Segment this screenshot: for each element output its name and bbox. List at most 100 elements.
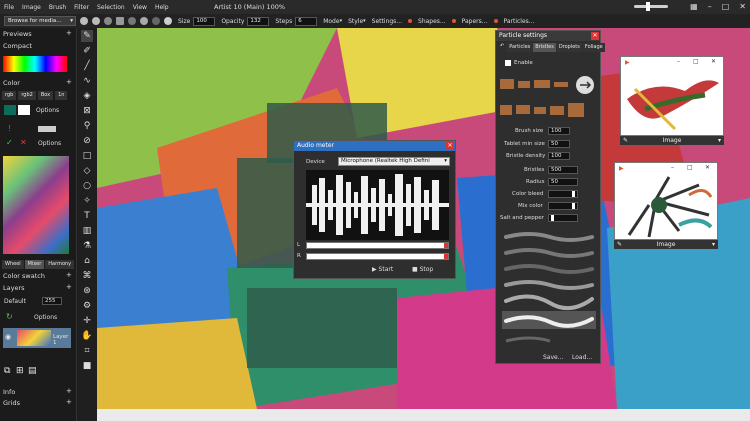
save-button[interactable]: Save... — [543, 354, 563, 361]
color-tab-box[interactable]: Box — [37, 91, 54, 100]
audio-meter-close-icon[interactable]: ✕ — [446, 142, 454, 150]
particle-settings-titlebar[interactable]: Particle settings ✕ — [496, 31, 600, 41]
previews-add-icon[interactable]: + — [66, 29, 72, 37]
settings-button[interactable]: Settings... — [372, 18, 402, 25]
param-color-bleed-slider[interactable] — [548, 190, 578, 198]
gradient-tool-icon[interactable]: ▥ — [81, 225, 93, 237]
image-window-1-bar[interactable]: ✎ Image ▾ — [620, 136, 724, 145]
eraser-tool-icon[interactable]: ⊘ — [81, 135, 93, 147]
color-header[interactable]: Color — [3, 79, 20, 87]
blend-mode-dropdown[interactable]: Default — [4, 298, 26, 305]
particle-undo-icon[interactable]: ↶ — [498, 43, 506, 52]
secondary-color-swatch[interactable] — [18, 105, 30, 115]
param-bristles-input[interactable]: 500 — [548, 166, 578, 174]
brush-square-icon[interactable] — [116, 17, 124, 25]
tab-particles[interactable]: Particles — [507, 43, 533, 52]
layers-add-icon[interactable]: + — [66, 283, 72, 291]
color-swatch-header[interactable]: Color swatch — [3, 272, 45, 280]
primary-color-swatch[interactable] — [4, 105, 16, 115]
menu-image[interactable]: Image — [22, 4, 41, 11]
dropper-tool-icon[interactable]: ⚗ — [81, 240, 93, 252]
brush-tool-icon[interactable]: ✎ — [81, 30, 93, 42]
browse-media-dropdown[interactable]: Browse for media... ▾ — [4, 16, 76, 26]
stroke-presets-list[interactable] — [500, 229, 598, 349]
line-tool-icon[interactable]: ╱ — [81, 60, 93, 72]
color-spectrum[interactable] — [3, 56, 67, 72]
ellipse-tool-icon[interactable]: ○ — [81, 180, 93, 192]
tab-harmony[interactable]: Harmony — [45, 260, 75, 269]
info-add-icon[interactable]: + — [66, 387, 72, 395]
stamp-tool-icon[interactable]: ⌂ — [81, 255, 93, 267]
color-tab-1n[interactable]: 1n — [55, 91, 68, 100]
brush-texture-icon[interactable] — [128, 17, 136, 25]
layer-visibility-icon[interactable]: ◉ — [5, 333, 11, 341]
image-window-2-canvas[interactable]: ▶ – □ ✕ — [614, 162, 718, 240]
image-window-1-canvas[interactable]: ▶ – □ ✕ — [620, 56, 724, 136]
tab-mixer[interactable]: Mixer — [24, 260, 45, 269]
param-salt-pepper-slider[interactable] — [548, 214, 578, 222]
tab-wheel[interactable]: Wheel — [2, 260, 24, 269]
warp-tool-icon[interactable]: ⌘ — [81, 270, 93, 282]
image-window-1-minimize-icon[interactable]: – — [677, 58, 680, 65]
close-icon[interactable]: ✕ — [739, 2, 746, 11]
rectangle-tool-icon[interactable]: □ — [81, 150, 93, 162]
menu-selection[interactable]: Selection — [97, 4, 125, 11]
image-window-2-maximize-icon[interactable]: □ — [687, 164, 693, 171]
brush-dot-icon[interactable] — [80, 17, 88, 25]
reset-x-icon[interactable]: ✕ — [20, 138, 27, 147]
color-tab-rgb[interactable]: rgb — [2, 91, 17, 100]
swatch-add-icon[interactable]: + — [66, 271, 72, 279]
info-header[interactable]: Info — [3, 388, 15, 396]
eyedropper-icon[interactable]: ! — [8, 124, 11, 133]
pencil-tool-icon[interactable]: ✐ — [81, 45, 93, 57]
enable-checkbox[interactable] — [505, 60, 511, 66]
layers-header[interactable]: Layers — [3, 284, 25, 292]
menu-file[interactable]: File — [4, 4, 14, 11]
particle-settings-close-icon[interactable]: ✕ — [591, 32, 599, 40]
mode-dropdown[interactable]: Mode — [323, 18, 339, 25]
bristle-brush-presets[interactable] — [500, 73, 598, 121]
smudge-tool-icon[interactable]: ⚲ — [81, 120, 93, 132]
param-bristle-density-input[interactable]: 100 — [548, 152, 570, 160]
clone-tool-icon[interactable]: ⊠ — [81, 105, 93, 117]
maximize-icon[interactable]: □ — [722, 2, 730, 11]
color-pair-icon[interactable]: ■ — [81, 360, 93, 372]
menu-filter[interactable]: Filter — [74, 4, 89, 11]
brush-fan-icon[interactable] — [152, 17, 160, 25]
color-options-dropdown[interactable]: Options — [36, 107, 59, 114]
image-window-2-minimize-icon[interactable]: – — [671, 164, 674, 171]
lasso-tool-icon[interactable]: ◇ — [81, 165, 93, 177]
load-button[interactable]: Load... — [572, 354, 592, 361]
bulb-tool-icon[interactable]: ⊛ — [81, 285, 93, 297]
menu-brush[interactable]: Brush — [49, 4, 66, 11]
brush-flat-icon[interactable] — [140, 17, 148, 25]
brush-preview-slider[interactable] — [38, 126, 56, 132]
brush-soft-icon[interactable] — [104, 17, 112, 25]
move-tool-icon[interactable]: ✛ — [81, 315, 93, 327]
param-mix-color-slider[interactable] — [548, 202, 578, 210]
layer-opacity-input[interactable]: 255 — [42, 297, 62, 305]
brush-round-icon[interactable] — [92, 17, 100, 25]
param-brush-size-input[interactable]: 100 — [548, 127, 570, 135]
tab-droplets[interactable]: Droplets — [556, 43, 582, 52]
audio-meter-titlebar[interactable]: Audio meter ✕ — [294, 141, 455, 151]
zoom-slider[interactable] — [634, 2, 668, 11]
brush-spray-icon[interactable] — [164, 17, 172, 25]
text-tool-icon[interactable]: T — [81, 210, 93, 222]
steps-input[interactable]: 6 — [295, 16, 318, 26]
style-dropdown[interactable]: Style — [348, 18, 363, 25]
magic-wand-icon[interactable]: ✧ — [81, 195, 93, 207]
stop-button[interactable]: ■ Stop — [412, 266, 433, 273]
duplicate-layer-icon[interactable]: ⧉ — [4, 366, 10, 376]
image-window-2-bar[interactable]: ✎ Image ▾ — [614, 240, 718, 249]
image-window-1-close-icon[interactable]: ✕ — [711, 58, 716, 65]
grid-icon[interactable]: ▦ — [690, 2, 698, 11]
new-layer-icon[interactable]: ⊞ — [16, 366, 24, 376]
shapes-button[interactable]: Shapes... — [418, 18, 446, 25]
particles-button[interactable]: Particles... — [504, 18, 535, 25]
hand-tool-icon[interactable]: ✋ — [81, 330, 93, 342]
previews-header[interactable]: Previews — [3, 30, 32, 38]
grids-add-icon[interactable]: + — [66, 398, 72, 406]
color-options-2-dropdown[interactable]: Options — [38, 140, 61, 147]
image-window-2-close-icon[interactable]: ✕ — [705, 164, 710, 171]
